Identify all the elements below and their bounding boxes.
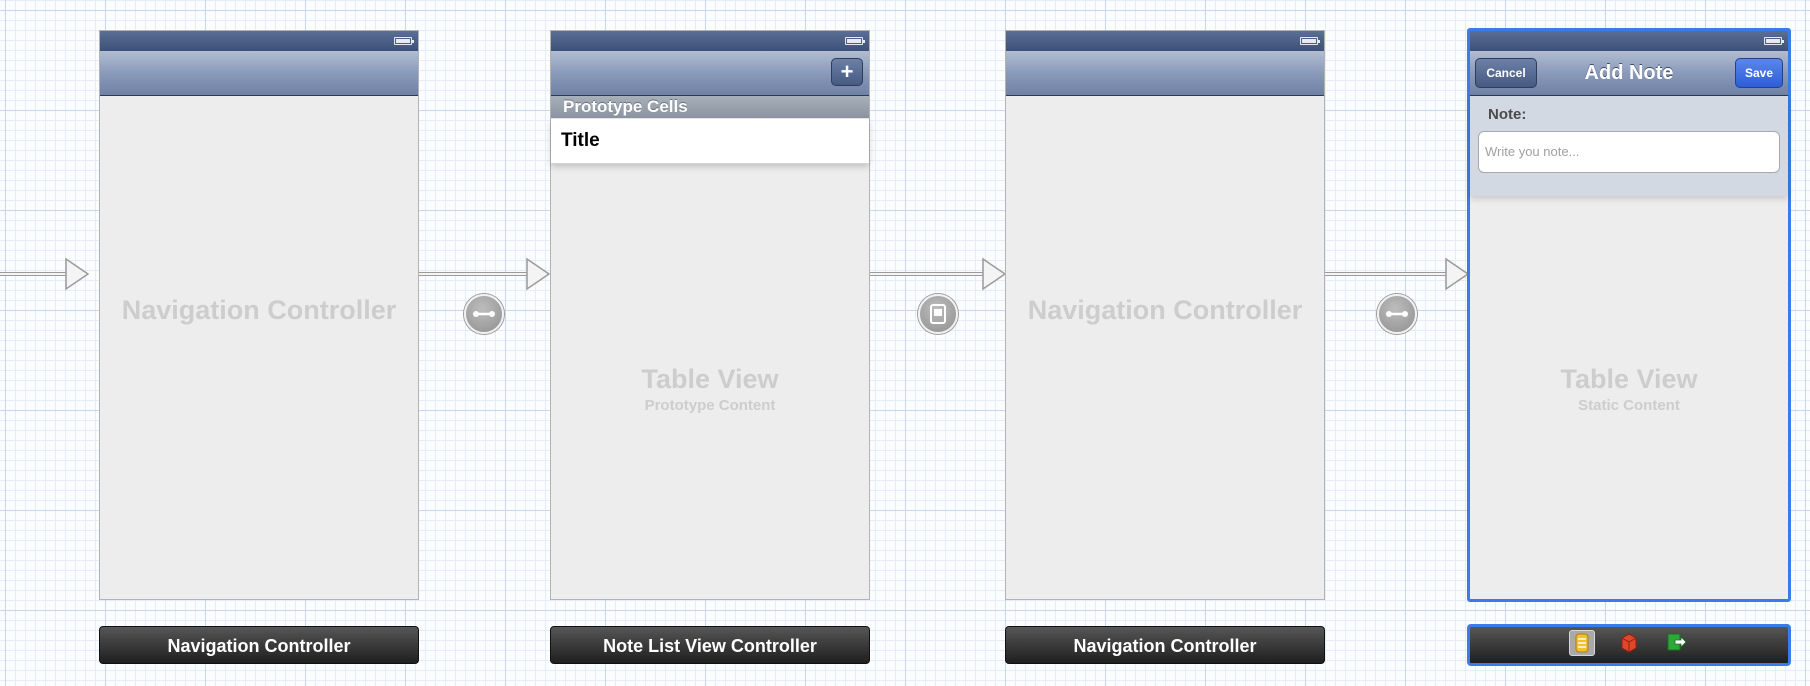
scene-add-note[interactable]: Cancel Add Note Save Note: Write you not… bbox=[1467, 28, 1791, 602]
battery-icon bbox=[845, 37, 865, 45]
battery-icon bbox=[394, 37, 414, 45]
prototype-cells-header: Prototype Cells bbox=[551, 96, 869, 118]
scene-navigation-controller-1[interactable]: Navigation Controller bbox=[99, 30, 419, 600]
relationship-segue-icon[interactable] bbox=[464, 294, 504, 334]
static-cell-section: Note: Write you note... bbox=[1470, 96, 1788, 196]
status-bar bbox=[1470, 31, 1788, 51]
relationship-segue-icon[interactable] bbox=[1377, 294, 1417, 334]
scene-note-list[interactable]: + Prototype Cells Title Table View Proto… bbox=[550, 30, 870, 600]
segue-arrow-3 bbox=[1325, 257, 1470, 291]
scene-navigation-controller-2[interactable]: Navigation Controller bbox=[1005, 30, 1325, 600]
battery-icon bbox=[1764, 37, 1784, 45]
table-view-subtitle: Prototype Content bbox=[644, 397, 776, 414]
first-responder-icon[interactable] bbox=[1616, 630, 1642, 656]
table-view-placeholder: Table View Prototype Content bbox=[551, 364, 869, 414]
table-view-title: Table View bbox=[1560, 364, 1698, 394]
scene-placeholder-label: Navigation Controller bbox=[121, 295, 397, 325]
scene-placeholder-label: Navigation Controller bbox=[1027, 295, 1303, 325]
status-bar bbox=[551, 31, 869, 51]
add-note-button[interactable]: + bbox=[831, 58, 863, 86]
scene-dock-note-list[interactable]: Note List View Controller bbox=[550, 626, 870, 664]
prototype-cell[interactable]: Title bbox=[551, 119, 869, 164]
nav-title: Add Note bbox=[1584, 62, 1674, 84]
status-bar bbox=[1006, 31, 1324, 51]
navigation-bar[interactable] bbox=[1006, 51, 1324, 96]
cancel-button[interactable]: Cancel bbox=[1475, 58, 1537, 88]
navigation-bar bbox=[551, 51, 869, 96]
initial-scene-arrow bbox=[0, 257, 90, 291]
segue-arrow-1 bbox=[419, 257, 551, 291]
exit-icon[interactable] bbox=[1663, 630, 1689, 656]
segue-arrow-2 bbox=[870, 257, 1007, 291]
battery-icon bbox=[1300, 37, 1320, 45]
table-view-placeholder: Table View Static Content bbox=[1470, 364, 1788, 414]
note-text-field[interactable]: Write you note... bbox=[1478, 131, 1780, 173]
scene-dock-navigation-controller-1[interactable]: Navigation Controller bbox=[99, 626, 419, 664]
table-view-title: Table View bbox=[641, 364, 779, 394]
note-label: Note: bbox=[1488, 106, 1527, 123]
table-view-subtitle: Static Content bbox=[1578, 397, 1680, 414]
scene-dock-navigation-controller-2[interactable]: Navigation Controller bbox=[1005, 626, 1325, 664]
save-button[interactable]: Save bbox=[1735, 58, 1783, 88]
status-bar bbox=[100, 31, 418, 51]
navigation-bar[interactable] bbox=[100, 51, 418, 96]
modal-segue-icon[interactable] bbox=[918, 294, 958, 334]
scene-dock-add-note[interactable] bbox=[1467, 624, 1791, 666]
view-controller-icon[interactable] bbox=[1568, 630, 1595, 657]
